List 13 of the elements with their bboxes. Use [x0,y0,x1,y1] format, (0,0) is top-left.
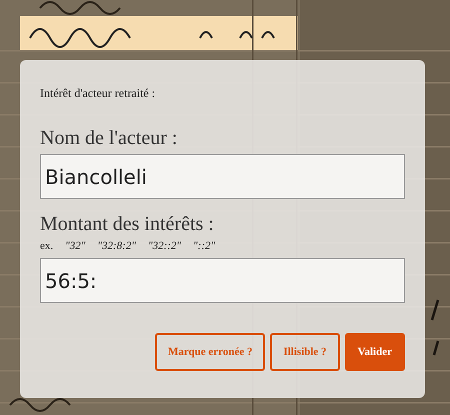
dialog-title: Intérêt d'acteur retraité : [40,86,156,101]
submit-button[interactable]: Valider [344,333,405,371]
example-value: "32" [65,240,86,252]
input-field[interactable]: Biancolleli [40,154,405,199]
option-button[interactable]: Illisible ? [270,333,340,371]
example-value: "32:8:2" [97,240,136,252]
option-button[interactable]: Marque erronée ? [154,333,266,371]
field-label: Nom de l'acteur : [40,127,178,150]
field-label: Montant des intérêts : [40,213,215,236]
input-field[interactable]: 56:5: [40,258,405,303]
example-value: "32::2" [148,240,182,252]
example-label: ex. [40,240,54,252]
example-value: "::2" [193,240,216,252]
